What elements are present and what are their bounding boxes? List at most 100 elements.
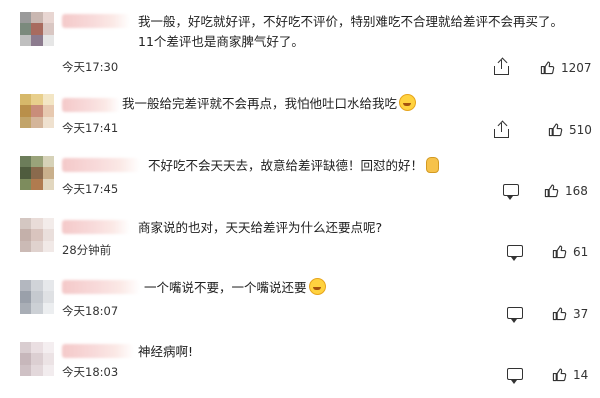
comment-time: 今天18:07 bbox=[62, 304, 119, 318]
avatar-pixel bbox=[20, 12, 32, 24]
share-icon[interactable] bbox=[494, 123, 509, 138]
avatar-pixel bbox=[42, 34, 54, 46]
avatar-pixel bbox=[31, 364, 43, 376]
comment-time: 28分钟前 bbox=[62, 243, 112, 257]
thumbs-up-icon bbox=[548, 123, 563, 137]
like-count: 510 bbox=[569, 122, 592, 137]
clapping-hand-icon bbox=[426, 157, 440, 173]
comment-icon[interactable] bbox=[507, 245, 523, 261]
avatar-pixel bbox=[20, 116, 32, 128]
comment-icon[interactable] bbox=[503, 184, 519, 200]
username-blurred[interactable] bbox=[62, 158, 140, 172]
username-blurred[interactable] bbox=[62, 280, 140, 294]
like-button[interactable]: 1207 bbox=[540, 60, 592, 75]
avatar-pixel bbox=[20, 353, 32, 365]
avatar-pixel bbox=[20, 342, 32, 354]
username-blurred[interactable] bbox=[62, 98, 120, 112]
avatar-pixel bbox=[31, 302, 43, 314]
comment-time: 今天17:45 bbox=[62, 182, 119, 196]
avatar-pixel bbox=[31, 12, 43, 24]
like-button[interactable]: 510 bbox=[548, 122, 592, 137]
comment-text: 不好吃不会天天去，故意给差评缺德！回怼的好！ bbox=[148, 156, 572, 176]
avatar-pixel bbox=[20, 240, 32, 252]
avatar-pixel bbox=[31, 280, 43, 292]
avatar-pixel bbox=[31, 229, 43, 241]
avatar[interactable] bbox=[20, 280, 54, 314]
avatar-pixel bbox=[42, 353, 54, 365]
avatar-pixel bbox=[20, 34, 32, 46]
comment-item: 不好吃不会天天去，故意给差评缺德！回怼的好！ 今天17:45 168 bbox=[0, 150, 600, 212]
avatar-pixel bbox=[42, 178, 54, 190]
comment-text: 一个嘴说不要，一个嘴说还要 bbox=[144, 278, 572, 298]
avatar-pixel bbox=[31, 240, 43, 252]
like-button[interactable]: 168 bbox=[544, 183, 588, 198]
comment-time: 今天17:41 bbox=[62, 121, 119, 135]
avatar-pixel bbox=[42, 23, 54, 35]
avatar-pixel bbox=[42, 167, 54, 179]
thumbs-up-icon bbox=[552, 245, 567, 259]
laughing-emoji-icon bbox=[308, 278, 326, 295]
avatar-pixel bbox=[20, 23, 32, 35]
avatar[interactable] bbox=[20, 156, 54, 190]
comment-text: 神经病啊! bbox=[138, 344, 194, 359]
avatar-pixel bbox=[42, 105, 54, 117]
avatar-pixel bbox=[31, 116, 43, 128]
comment-text: 我一般给完差评就不会再点，我怕他吐口水给我吃 bbox=[122, 94, 572, 114]
comment-text: 我一般，好吃就好评，不好吃不评价，特别难吃不合理就给差评不会再买了。11个差评也… bbox=[138, 14, 564, 49]
avatar[interactable] bbox=[20, 342, 54, 376]
comment-icon[interactable] bbox=[507, 368, 523, 384]
like-count: 1207 bbox=[561, 60, 592, 75]
avatar-pixel bbox=[31, 342, 43, 354]
avatar-pixel bbox=[31, 167, 43, 179]
avatar-pixel bbox=[20, 156, 32, 168]
avatar-pixel bbox=[20, 218, 32, 230]
thumbs-up-icon bbox=[544, 184, 559, 198]
avatar-pixel bbox=[20, 178, 32, 190]
avatar-pixel bbox=[31, 218, 43, 230]
username-blurred[interactable] bbox=[62, 344, 134, 358]
avatar-pixel bbox=[31, 156, 43, 168]
avatar-pixel bbox=[20, 94, 32, 106]
avatar-pixel bbox=[42, 280, 54, 292]
like-count: 168 bbox=[565, 183, 588, 198]
avatar-pixel bbox=[42, 240, 54, 252]
like-count: 14 bbox=[573, 367, 589, 382]
comment-item: 我一般给完差评就不会再点，我怕他吐口水给我吃 今天17:41 510 bbox=[0, 86, 600, 150]
thumbs-up-icon bbox=[552, 307, 567, 321]
avatar[interactable] bbox=[20, 218, 54, 252]
share-icon[interactable] bbox=[494, 60, 509, 75]
avatar-pixel bbox=[42, 94, 54, 106]
like-button[interactable]: 61 bbox=[552, 244, 588, 259]
avatar-pixel bbox=[31, 353, 43, 365]
avatar[interactable] bbox=[20, 94, 54, 128]
avatar-pixel bbox=[31, 23, 43, 35]
thumbs-up-icon bbox=[540, 61, 555, 75]
comment-icon[interactable] bbox=[507, 307, 523, 323]
avatar-pixel bbox=[42, 12, 54, 24]
comment-item: 我一般，好吃就好评，不好吃不评价，特别难吃不合理就给差评不会再买了。11个差评也… bbox=[0, 0, 600, 80]
avatar-pixel bbox=[42, 218, 54, 230]
avatar-pixel bbox=[20, 229, 32, 241]
like-button[interactable]: 37 bbox=[552, 306, 588, 321]
username-blurred[interactable] bbox=[62, 14, 130, 28]
avatar-pixel bbox=[20, 105, 32, 117]
avatar-pixel bbox=[20, 291, 32, 303]
like-count: 37 bbox=[573, 306, 589, 321]
comment-item: 神经病啊! 今天18:03 14 bbox=[0, 340, 600, 398]
avatar-pixel bbox=[31, 94, 43, 106]
comment-item: 商家说的也对，天天给差评为什么还要点呢? 28分钟前 61 bbox=[0, 214, 600, 268]
comment-text: 商家说的也对，天天给差评为什么还要点呢? bbox=[138, 220, 383, 235]
avatar-pixel bbox=[42, 156, 54, 168]
laughing-emoji-icon bbox=[399, 94, 417, 111]
like-button[interactable]: 14 bbox=[552, 367, 588, 382]
thumbs-up-icon bbox=[552, 368, 567, 382]
username-blurred[interactable] bbox=[62, 220, 130, 234]
avatar-pixel bbox=[42, 116, 54, 128]
like-count: 61 bbox=[573, 244, 589, 259]
avatar-pixel bbox=[42, 229, 54, 241]
avatar-pixel bbox=[20, 280, 32, 292]
avatar-pixel bbox=[42, 302, 54, 314]
comment-time: 今天18:03 bbox=[62, 365, 119, 379]
avatar[interactable] bbox=[20, 12, 54, 46]
avatar-pixel bbox=[42, 291, 54, 303]
